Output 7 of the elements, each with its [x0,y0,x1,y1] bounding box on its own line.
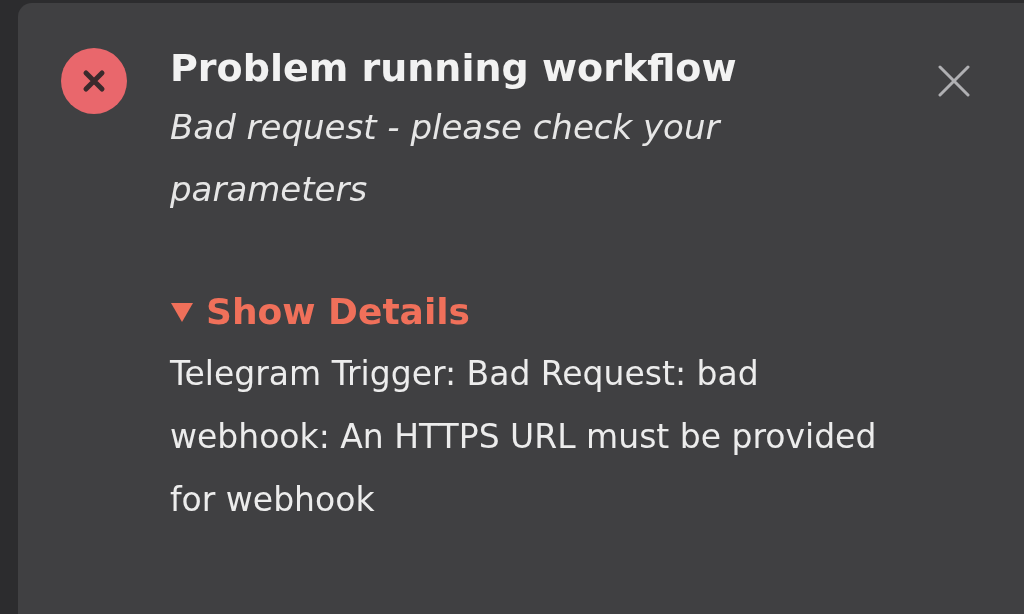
error-message: Bad request - please check your parameters [170,106,722,211]
error-icon [61,48,127,114]
error-details: Telegram Trigger: Bad Request: bad webhook: An HTTPS URL must be provided for webhook [170,353,878,521]
caret-icon [170,301,194,323]
show-details-toggle[interactable]: Show Details [170,282,470,342]
close-button[interactable] [938,65,970,97]
notification-title: Problem running workflow [170,45,737,92]
